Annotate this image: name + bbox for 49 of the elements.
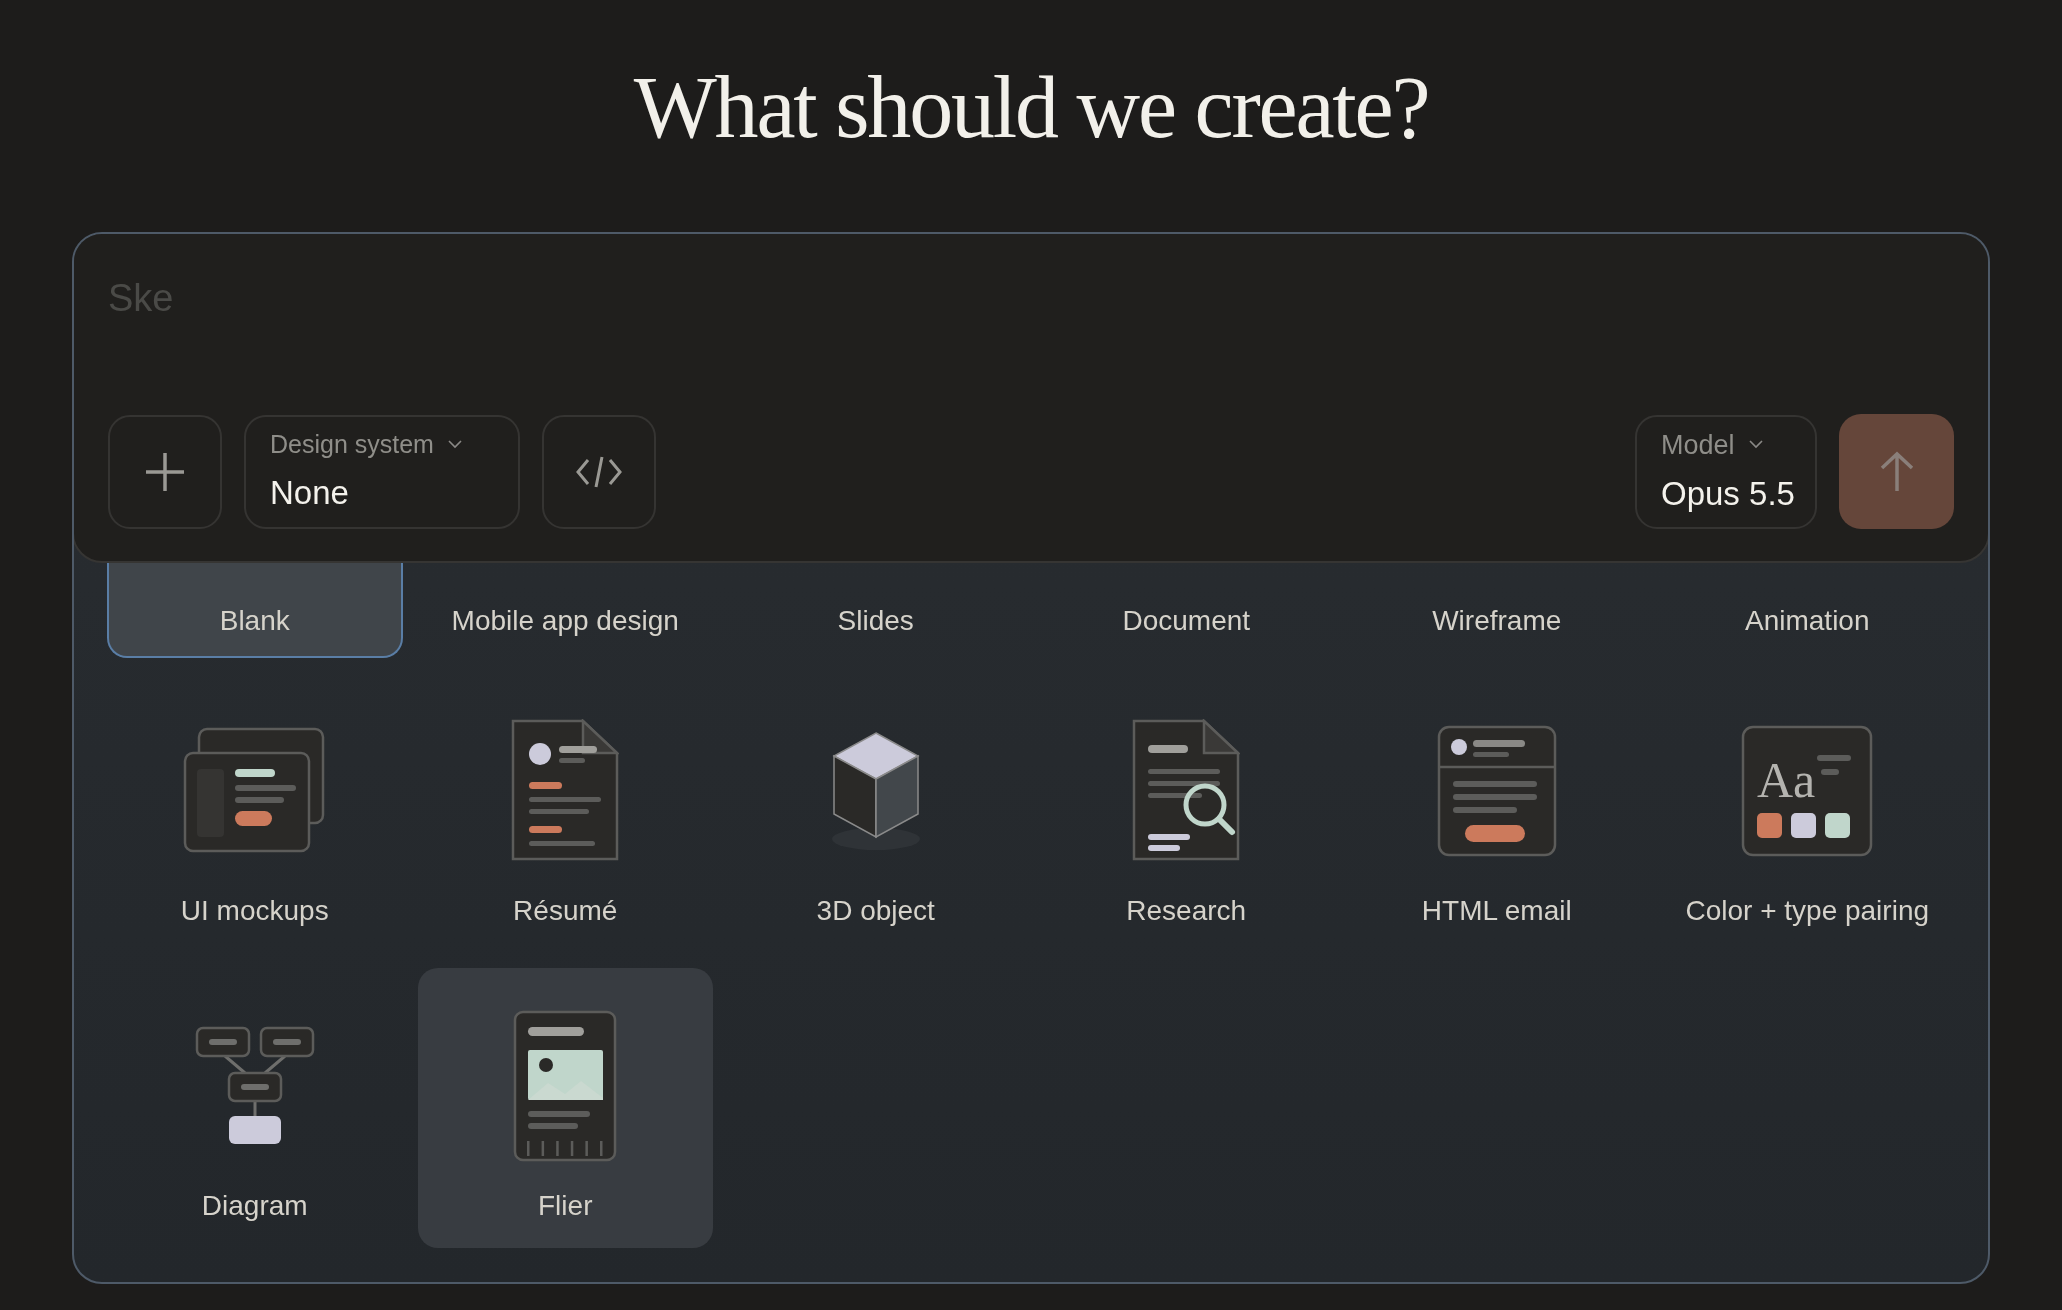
template-tile[interactable]: Animation bbox=[1659, 561, 1955, 658]
template-label: Slides bbox=[837, 604, 914, 638]
page-title: What should we create? bbox=[633, 64, 1429, 158]
template-tile[interactable]: Mobile app design bbox=[417, 561, 713, 658]
template-tile[interactable]: Document bbox=[1038, 561, 1334, 658]
template-label: Blank bbox=[219, 604, 290, 638]
template-tile[interactable]: 3D object bbox=[728, 673, 1024, 953]
template-label: 3D object bbox=[816, 894, 935, 928]
template-tile[interactable]: UI mockups bbox=[107, 673, 403, 953]
template-tile[interactable]: Blank bbox=[107, 561, 403, 658]
arrow-up-icon bbox=[1878, 450, 1915, 493]
template-label: Diagram bbox=[201, 1189, 308, 1223]
template-tile[interactable]: Slides bbox=[728, 561, 1024, 658]
model-dropdown[interactable]: Model Opus 5.5 bbox=[1635, 414, 1817, 529]
template-label: Document bbox=[1122, 604, 1251, 638]
email-layout-icon bbox=[1436, 724, 1557, 857]
resume-document-icon bbox=[511, 718, 620, 863]
type-sample-icon: Aa bbox=[1741, 724, 1874, 857]
design-system-dropdown[interactable]: Design system None bbox=[244, 414, 520, 529]
design-system-value: None bbox=[270, 472, 349, 513]
model-label: Model bbox=[1661, 428, 1735, 462]
template-tile[interactable]: Résumé bbox=[417, 673, 713, 953]
template-label: Wireframe bbox=[1432, 604, 1562, 638]
design-system-label: Design system bbox=[270, 429, 434, 460]
plus-icon bbox=[145, 451, 185, 492]
template-label: Mobile app design bbox=[451, 604, 679, 638]
document-magnifier-icon bbox=[1132, 718, 1241, 863]
chevron-down-icon bbox=[447, 440, 462, 450]
template-tile[interactable]: Wireframe bbox=[1349, 561, 1645, 658]
template-label: Research bbox=[1126, 894, 1247, 928]
diagram-icon bbox=[194, 1025, 315, 1146]
chevron-down-icon bbox=[1748, 440, 1763, 450]
code-icon bbox=[576, 455, 622, 488]
template-label: HTML email bbox=[1421, 894, 1572, 928]
model-value: Opus 5.5 bbox=[1661, 474, 1795, 514]
template-tile[interactable]: Flier bbox=[417, 968, 713, 1248]
template-tile[interactable]: HTML email bbox=[1349, 673, 1645, 953]
template-tile[interactable]: Diagram bbox=[107, 968, 403, 1248]
template-label: Color + type pairing bbox=[1685, 894, 1930, 928]
template-label: Animation bbox=[1745, 604, 1870, 638]
flier-icon bbox=[513, 1009, 618, 1162]
mockup-windows-icon bbox=[182, 726, 327, 855]
template-label: Flier bbox=[538, 1189, 593, 1223]
template-tile[interactable]: Aa Color + type pairing bbox=[1659, 673, 1955, 953]
code-button[interactable] bbox=[542, 414, 656, 529]
add-button[interactable] bbox=[108, 414, 222, 529]
template-tile[interactable]: Research bbox=[1038, 673, 1334, 953]
template-label: UI mockups bbox=[180, 894, 329, 928]
template-label: Résumé bbox=[513, 894, 618, 928]
